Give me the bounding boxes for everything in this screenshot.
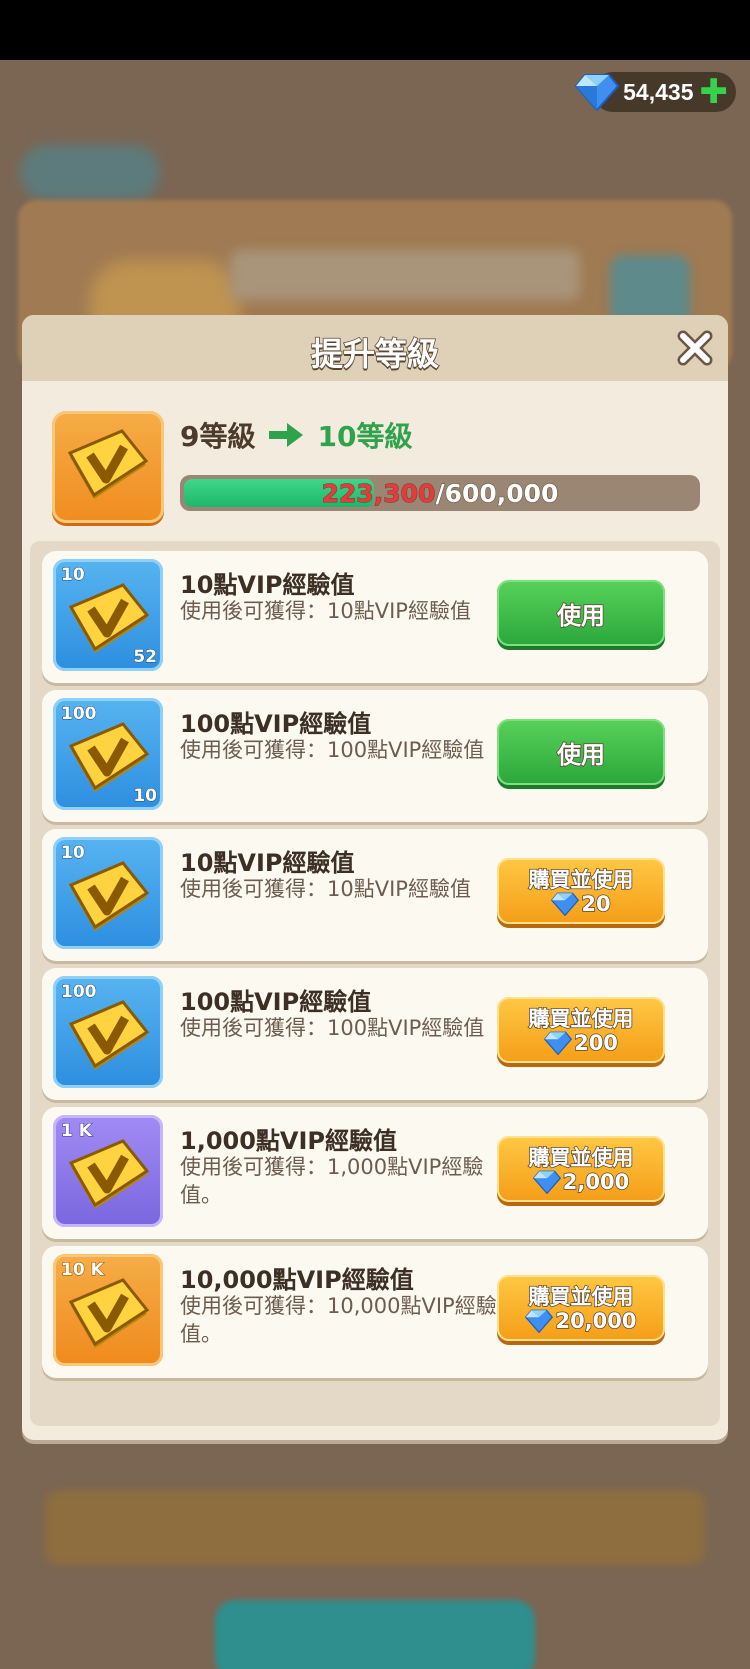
price: 200 bbox=[497, 1030, 665, 1056]
xp-current: 223,300 bbox=[321, 479, 436, 509]
vip-exp-item-icon: 10 bbox=[53, 837, 163, 949]
item-name: 100點VIP經驗值 bbox=[180, 710, 372, 738]
diamond-icon bbox=[544, 1031, 573, 1055]
item-description: 使用後可獲得：1,000點VIP經驗值。 bbox=[180, 1155, 484, 1207]
item-amount-badge: 100 bbox=[61, 982, 97, 1003]
price-value: 200 bbox=[573, 1030, 618, 1056]
vip-exp-item-icon: 10 52 bbox=[53, 559, 163, 671]
status-bar bbox=[0, 0, 750, 60]
dialog-title: 提升等級 bbox=[310, 334, 440, 374]
item-amount-badge: 10 bbox=[61, 843, 86, 864]
price: 20 bbox=[497, 891, 665, 917]
use-button-label: 使用 bbox=[556, 601, 606, 631]
buy-button-label: 購買並使用 bbox=[528, 867, 635, 893]
item-name: 1,000點VIP經驗值 bbox=[180, 1127, 398, 1155]
item-amount-badge: 10 K bbox=[61, 1260, 105, 1281]
list-item: 10 10點VIP經驗值 使用後可獲得：10點VIP經驗值 購買並使用 20 bbox=[42, 829, 708, 961]
diamond-icon bbox=[532, 1170, 561, 1194]
list-item: 10 K 10,000點VIP經驗值 使用後可獲得：10,000點VIP經驗值。… bbox=[42, 1246, 708, 1378]
item-amount-badge: 1 K bbox=[61, 1121, 93, 1142]
vip-level-icon bbox=[52, 411, 164, 523]
price-value: 20,000 bbox=[555, 1308, 638, 1334]
vip-exp-item-icon: 100 bbox=[53, 976, 163, 1088]
diamond-icon bbox=[551, 892, 580, 916]
item-owned-count: 10 bbox=[133, 786, 158, 807]
item-amount-badge: 100 bbox=[61, 704, 97, 725]
use-button-label: 使用 bbox=[556, 740, 606, 770]
item-description: 使用後可獲得：10點VIP經驗值 bbox=[180, 877, 471, 901]
xp-progress-bar: 223,300/600,000 bbox=[180, 475, 700, 511]
gem-balance[interactable]: 54,435 ✚ bbox=[575, 72, 736, 112]
next-level: 10等級 bbox=[317, 420, 413, 453]
buy-and-use-button[interactable]: 購買並使用 200 bbox=[497, 997, 665, 1063]
price: 2,000 bbox=[497, 1169, 665, 1195]
item-name: 10,000點VIP經驗值 bbox=[180, 1266, 414, 1294]
price-value: 2,000 bbox=[562, 1169, 630, 1195]
item-amount-badge: 10 bbox=[61, 565, 86, 586]
buy-and-use-button[interactable]: 購買並使用 2,000 bbox=[497, 1136, 665, 1202]
list-item: 10 52 10點VIP經驗值 使用後可獲得：10點VIP經驗值 使用 bbox=[42, 551, 708, 683]
list-item: 1 K 1,000點VIP經驗值 使用後可獲得：1,000點VIP經驗值。 購買… bbox=[42, 1107, 708, 1239]
buy-and-use-button[interactable]: 購買並使用 20 bbox=[497, 858, 665, 924]
price-value: 20 bbox=[581, 891, 612, 917]
diamond-icon bbox=[575, 74, 620, 111]
item-description: 使用後可獲得：10,000點VIP經驗值。 bbox=[180, 1294, 497, 1346]
item-name: 100點VIP經驗值 bbox=[180, 988, 372, 1016]
plus-icon[interactable]: ✚ bbox=[700, 75, 729, 109]
use-button[interactable]: 使用 bbox=[497, 580, 665, 646]
price: 20,000 bbox=[497, 1308, 665, 1334]
list-item: 100 100點VIP經驗值 使用後可獲得：100點VIP經驗值 購買並使用 2… bbox=[42, 968, 708, 1100]
level-change: 9等級 10等級 bbox=[180, 413, 412, 457]
vip-exp-item-icon: 100 10 bbox=[53, 698, 163, 810]
current-level: 9等級 bbox=[180, 420, 256, 453]
xp-text: 223,300/600,000 bbox=[180, 479, 700, 509]
list-item: 100 10 100點VIP經驗值 使用後可獲得：100點VIP經驗值 使用 bbox=[42, 690, 708, 822]
item-description: 使用後可獲得：100點VIP經驗值 bbox=[180, 738, 485, 762]
gem-count: 54,435 bbox=[623, 78, 694, 105]
level-up-dialog: 提升等級 9等級 10等級 223,300/600,000 10 52 10點V… bbox=[22, 315, 728, 1440]
buy-button-label: 購買並使用 bbox=[528, 1284, 635, 1310]
xp-total: /600,000 bbox=[435, 479, 559, 509]
item-description: 使用後可獲得：10點VIP經驗值 bbox=[180, 599, 471, 623]
close-icon[interactable] bbox=[676, 329, 714, 367]
use-button[interactable]: 使用 bbox=[497, 719, 665, 785]
vip-exp-item-icon: 10 K bbox=[53, 1254, 163, 1366]
item-name: 10點VIP經驗值 bbox=[180, 571, 355, 599]
vip-exp-item-icon: 1 K bbox=[53, 1115, 163, 1227]
buy-and-use-button[interactable]: 購買並使用 20,000 bbox=[497, 1275, 665, 1341]
buy-button-label: 購買並使用 bbox=[528, 1006, 635, 1032]
buy-button-label: 購買並使用 bbox=[528, 1145, 635, 1171]
item-description: 使用後可獲得：100點VIP經驗值 bbox=[180, 1016, 485, 1040]
item-owned-count: 52 bbox=[133, 647, 158, 668]
arrow-right-icon bbox=[269, 423, 304, 447]
item-name: 10點VIP經驗值 bbox=[180, 849, 355, 877]
vip-item-list[interactable]: 10 52 10點VIP經驗值 使用後可獲得：10點VIP經驗值 使用 100 … bbox=[30, 541, 720, 1426]
diamond-icon bbox=[525, 1309, 554, 1333]
